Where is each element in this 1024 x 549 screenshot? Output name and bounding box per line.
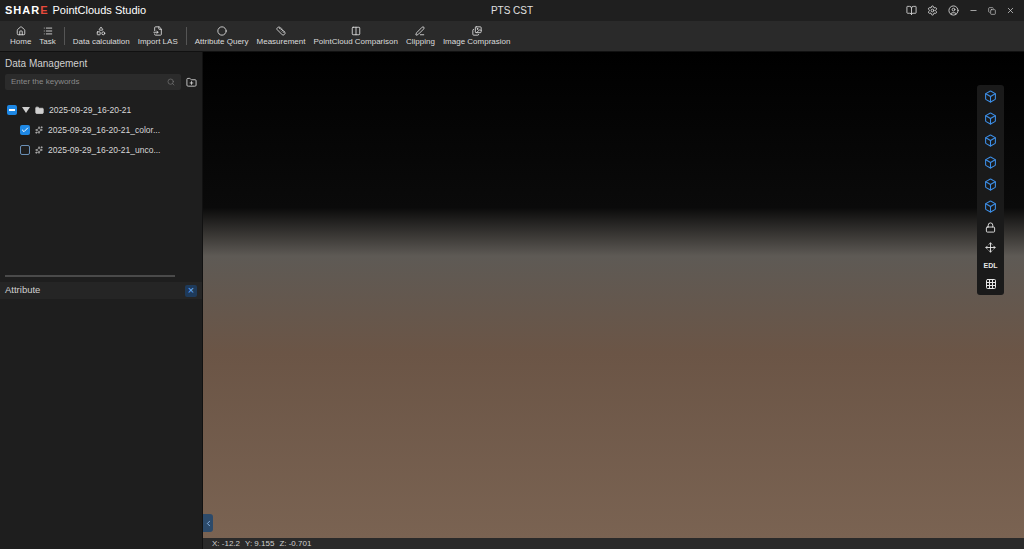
toolbar: HomeTask Data calculationImport LAS Attrib… [0, 21, 1024, 52]
list-icon [43, 26, 53, 36]
pen-icon [415, 26, 425, 36]
toolbar-button[interactable]: Attribute Query [191, 26, 253, 46]
point-cloud-viewport[interactable]: EDL [203, 52, 1024, 538]
book-icon[interactable] [906, 5, 917, 16]
expand-arrow-icon[interactable] [22, 106, 30, 114]
logo: SHAREPointClouds Studio [5, 5, 146, 16]
restore-icon[interactable] [988, 7, 996, 15]
panel-divider[interactable] [5, 275, 175, 277]
toolbar-button[interactable]: PointCloud Comparison [309, 26, 402, 46]
data-management-header: Data Management [0, 52, 202, 74]
user-icon[interactable] [948, 5, 959, 16]
title-bar: SHAREPointClouds Studio PTS CST [0, 0, 1024, 21]
toolbar-button[interactable]: Home [6, 26, 35, 46]
toolbar-button[interactable]: Clipping [402, 26, 439, 46]
left-panel: Data ManagementEnter the keywords2025-09… [0, 52, 203, 549]
tree-row[interactable]: 2025-09-29_16-20-21 [0, 100, 202, 120]
collapse-panel-button[interactable] [203, 514, 213, 532]
check-icon [21, 126, 29, 134]
toolbar-button[interactable]: Task [35, 26, 59, 46]
checkbox[interactable] [20, 125, 30, 135]
checkbox[interactable] [20, 145, 30, 155]
window-title: PTS CST [491, 3, 533, 18]
view-cube-icon[interactable] [984, 200, 997, 213]
images-icon [472, 26, 482, 36]
toolbar-button[interactable]: Image Comprasion [439, 26, 515, 46]
view-cube-icon[interactable] [984, 112, 997, 125]
ruler-icon [276, 26, 286, 36]
view-cube-icon[interactable] [984, 178, 997, 191]
toolbar-separator [64, 27, 65, 45]
grid-icon[interactable] [985, 278, 997, 290]
home-icon [16, 26, 26, 36]
move-icon[interactable] [985, 242, 996, 253]
gear-icon[interactable] [927, 5, 938, 16]
attribute-close-button[interactable]: × [185, 285, 197, 297]
pointcloud-icon [35, 146, 43, 154]
import-icon [153, 26, 163, 36]
dots-icon [96, 26, 106, 36]
add-folder-icon[interactable] [186, 77, 197, 88]
tree-row[interactable]: 2025-09-29_16-20-21_color... [0, 120, 202, 140]
view-cube-icon[interactable] [984, 156, 997, 169]
view-cube-icon[interactable] [984, 134, 997, 147]
status-bar: X: -12.2Y: 9.155Z: -0.701 [203, 538, 1024, 549]
attribute-header: Attribute× [0, 282, 202, 299]
app: SHAREPointClouds Studio PTS CST HomeTask Da… [0, 0, 1024, 549]
search-icon [167, 78, 175, 86]
pointcloud-icon [35, 126, 43, 134]
toolbar-button[interactable]: Import LAS [134, 26, 182, 46]
minimize-icon[interactable] [969, 6, 978, 15]
checkbox[interactable] [7, 105, 17, 115]
tree: 2025-09-29_16-20-212025-09-29_16-20-21_c… [0, 90, 202, 160]
toolbar-button[interactable]: Measurement [253, 26, 310, 46]
folder-icon [35, 106, 44, 115]
toolbar-separator [186, 27, 187, 45]
search-field[interactable]: Enter the keywords [5, 74, 181, 90]
dot-icon [217, 26, 227, 36]
lock-icon[interactable] [985, 222, 996, 233]
compare-icon [351, 26, 361, 36]
tree-row[interactable]: 2025-09-29_16-20-21_unco... [0, 140, 202, 160]
edl-button[interactable]: EDL [984, 262, 998, 269]
close-icon[interactable] [1006, 6, 1015, 15]
chevron-left-icon [204, 519, 213, 528]
mixed-mark [9, 109, 15, 111]
attribute-body [0, 299, 202, 549]
view-cube-icon[interactable] [984, 90, 997, 103]
toolbar-button[interactable]: Data calculation [69, 26, 134, 46]
view-toolbar: EDL [977, 85, 1004, 295]
